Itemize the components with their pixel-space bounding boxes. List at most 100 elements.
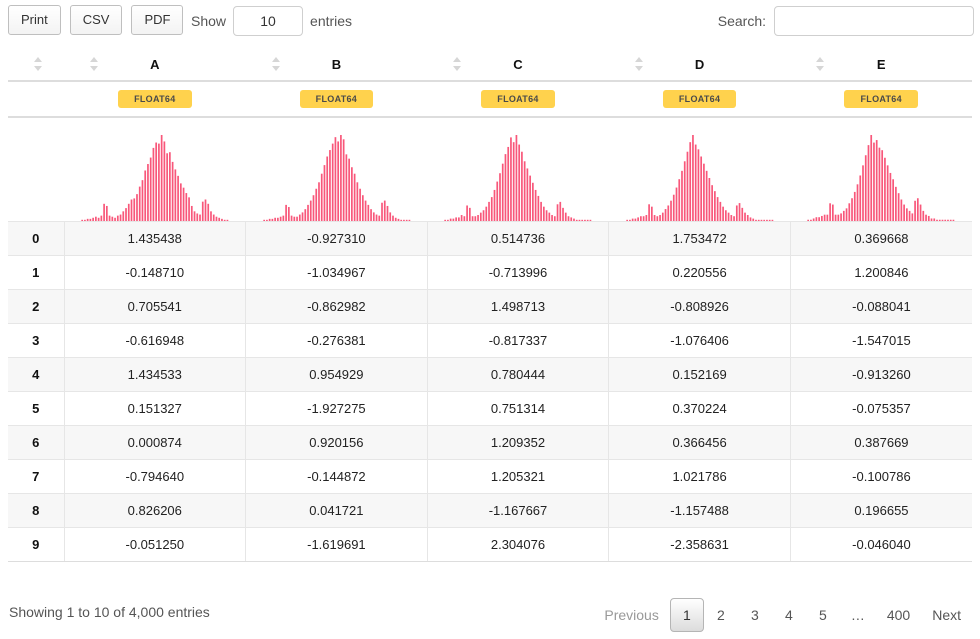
column-header-index[interactable] xyxy=(8,48,64,82)
cell-c: 0.780444 xyxy=(427,356,610,392)
cell-a: -0.051250 xyxy=(64,526,247,562)
table-row[interactable]: 8 0.826206 0.041721 -1.167667 -1.157488 0.196… xyxy=(8,492,972,528)
column-header-row: A B C D E xyxy=(8,48,972,82)
cell-a: 0.151327 xyxy=(64,390,247,426)
dtype-cell-b: FLOAT64 xyxy=(245,81,428,118)
dtype-badge: FLOAT64 xyxy=(481,90,555,108)
table-row[interactable]: 7 -0.794640 -0.144872 1.205321 1.021786 -0.10… xyxy=(8,458,972,494)
length-control: Show entries xyxy=(191,6,352,36)
sort-arrows-icon xyxy=(90,57,99,71)
cell-e: -0.075357 xyxy=(790,390,972,426)
cell-d: 0.220556 xyxy=(608,254,791,290)
entries-per-page-input[interactable] xyxy=(233,6,304,36)
dtype-cell-d: FLOAT64 xyxy=(608,81,791,118)
column-dtype-row: FLOAT64 FLOAT64 FLOAT64 FLOAT64 FLOAT64 xyxy=(8,81,972,118)
histogram-cell-d xyxy=(608,117,791,221)
cell-e: -0.913260 xyxy=(790,356,972,392)
print-button[interactable]: Print xyxy=(8,5,61,35)
page-1[interactable]: 1 xyxy=(669,598,704,632)
column-header-c[interactable]: C xyxy=(427,48,609,82)
dtype-cell-c: FLOAT64 xyxy=(427,81,609,118)
cell-e: 0.196655 xyxy=(790,492,972,528)
column-histogram-row xyxy=(8,117,972,221)
sort-arrows-icon xyxy=(634,57,644,71)
table-row[interactable]: 5 0.151327 -1.927275 0.751314 0.370224 -0.075… xyxy=(8,390,972,426)
cell-b: 0.954929 xyxy=(245,356,428,392)
search-control: Search: xyxy=(718,6,974,36)
cell-b: -0.144872 xyxy=(245,458,428,494)
cell-d: -1.076406 xyxy=(608,322,791,358)
cell-c: 1.205321 xyxy=(427,458,610,494)
page-3[interactable]: 3 xyxy=(738,598,772,632)
cell-d: -2.358631 xyxy=(608,526,791,562)
cell-c: -1.167667 xyxy=(427,492,610,528)
search-input[interactable] xyxy=(774,6,974,36)
cell-e: -0.046040 xyxy=(790,526,972,562)
cell-d: 0.366456 xyxy=(608,424,791,460)
cell-e: 1.200846 xyxy=(790,254,972,290)
cell-b: -1.927275 xyxy=(245,390,428,426)
cell-d: -0.808926 xyxy=(608,288,791,324)
cell-b: -0.276381 xyxy=(245,322,428,358)
column-header-a[interactable]: A xyxy=(64,48,246,82)
cell-c: 0.751314 xyxy=(427,390,610,426)
dtype-badge: FLOAT64 xyxy=(662,90,737,108)
pdf-button[interactable]: PDF xyxy=(131,5,184,35)
table-row[interactable]: 1 -0.148710 -1.034967 -0.713996 0.220556 1.20… xyxy=(8,254,972,290)
column-header-d[interactable]: D xyxy=(608,48,791,82)
page-5[interactable]: 5 xyxy=(806,598,840,632)
histogram-sparkline xyxy=(444,134,592,221)
cell-b: -0.927310 xyxy=(245,220,428,256)
page-2[interactable]: 2 xyxy=(704,598,738,632)
dtype-cell-e: FLOAT64 xyxy=(790,81,972,118)
sort-arrows-icon xyxy=(816,57,825,71)
sort-arrows-icon xyxy=(34,57,43,71)
cell-c: 1.209352 xyxy=(427,424,610,460)
cell-a: -0.616948 xyxy=(64,322,247,358)
table-row[interactable]: 3 -0.616948 -0.276381 -0.817337 -1.076406 -1.… xyxy=(8,322,972,358)
column-header-label: A xyxy=(150,56,160,72)
csv-button[interactable]: CSV xyxy=(69,5,123,35)
dtype-cell-a: FLOAT64 xyxy=(64,81,246,118)
histogram-sparkline xyxy=(262,134,410,221)
page-4[interactable]: 4 xyxy=(772,598,806,632)
cell-c: -0.713996 xyxy=(427,254,610,290)
cell-a: -0.794640 xyxy=(64,458,247,494)
cell-d: 1.021786 xyxy=(608,458,791,494)
table-row[interactable]: 4 1.434533 0.954929 0.780444 0.152169 -0.9132… xyxy=(8,356,972,392)
table-row[interactable]: 2 0.705541 -0.862982 1.498713 -0.808926 -0.08… xyxy=(8,288,972,324)
histogram-cell-c xyxy=(427,117,609,221)
cell-c: 0.514736 xyxy=(427,220,610,256)
table-row[interactable]: 0 1.435438 -0.927310 0.514736 1.753472 0.3696… xyxy=(8,220,972,256)
table-row[interactable]: 9 -0.051250 -1.619691 2.304076 -2.358631 -0.0… xyxy=(8,526,972,562)
column-header-e[interactable]: E xyxy=(790,48,972,82)
cell-b: -1.034967 xyxy=(245,254,428,290)
sort-arrows-icon xyxy=(271,57,281,71)
cell-e: -1.547015 xyxy=(790,322,972,358)
page-next[interactable]: Next xyxy=(921,598,972,632)
row-index-cell: 1 xyxy=(8,254,65,290)
page-400[interactable]: 400 xyxy=(876,598,921,632)
histogram-sparkline xyxy=(807,134,955,221)
dtype-badge: FLOAT64 xyxy=(844,90,918,108)
row-index-cell: 8 xyxy=(8,492,65,528)
cell-a: 0.000874 xyxy=(64,424,247,460)
row-index-cell: 9 xyxy=(8,526,65,562)
row-index-cell: 3 xyxy=(8,322,65,358)
row-index-cell: 6 xyxy=(8,424,65,460)
cell-e: 0.387669 xyxy=(790,424,972,460)
cell-c: 1.498713 xyxy=(427,288,610,324)
cell-a: 0.826206 xyxy=(64,492,247,528)
table-row[interactable]: 6 0.000874 0.920156 1.209352 0.366456 0.38766… xyxy=(8,424,972,460)
histogram-cell-a xyxy=(64,117,246,221)
search-label: Search: xyxy=(717,13,766,29)
cell-a: 0.705541 xyxy=(64,288,247,324)
table-body: 0 1.435438 -0.927310 0.514736 1.753472 0.3696… xyxy=(8,220,972,562)
pagination: Previous 1 2 3 4 5 … 400 Next xyxy=(593,598,972,632)
dtype-cell-index xyxy=(8,81,64,118)
dtype-badge: FLOAT64 xyxy=(118,90,192,108)
column-header-label: C xyxy=(513,56,523,72)
column-header-b[interactable]: B xyxy=(245,48,428,82)
cell-d: -1.157488 xyxy=(608,492,791,528)
cell-e: -0.088041 xyxy=(790,288,972,324)
